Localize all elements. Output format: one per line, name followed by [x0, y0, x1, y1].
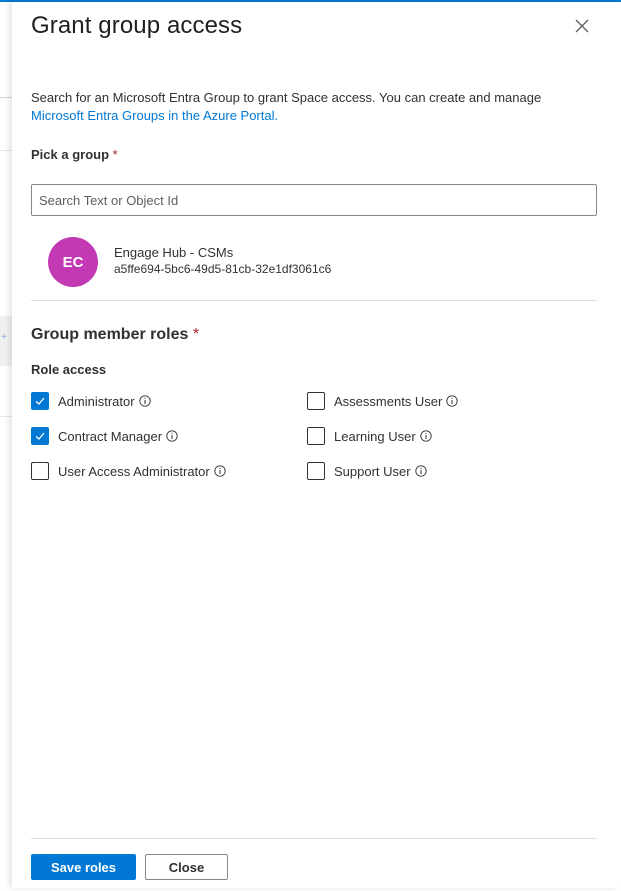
background-page: [0, 2, 12, 891]
role-checkbox-item[interactable]: Assessments User: [307, 391, 459, 411]
azure-portal-link[interactable]: Microsoft Entra Groups in the Azure Port…: [31, 108, 278, 123]
divider: [31, 300, 597, 301]
role-label: Learning User: [334, 428, 416, 444]
selected-group[interactable]: EC Engage Hub - CSMs a5ffe694-5bc6-49d5-…: [31, 234, 597, 288]
role-label: Assessments User: [334, 393, 443, 409]
checkmark-icon: [35, 397, 45, 405]
group-member-roles-heading: Group member roles *: [31, 326, 199, 344]
role-checkbox-item[interactable]: Administrator: [31, 391, 151, 411]
pick-group-label-text: Pick a group: [31, 147, 110, 162]
description-text: Search for an Microsoft Entra Group to g…: [31, 90, 542, 105]
role-access-label: Role access: [31, 362, 107, 377]
checkbox[interactable]: [307, 462, 325, 480]
background-divider: [0, 97, 12, 98]
info-icon[interactable]: [420, 429, 432, 442]
close-button[interactable]: Close: [145, 854, 228, 880]
checkbox[interactable]: [31, 462, 49, 480]
role-checkbox-item[interactable]: Contract Manager: [31, 426, 178, 446]
role-label: User Access Administrator: [58, 463, 210, 479]
group-name: Engage Hub - CSMs: [114, 245, 234, 260]
checkbox[interactable]: [31, 392, 49, 410]
role-label: Support User: [334, 463, 411, 479]
required-mark: *: [112, 147, 118, 162]
panel-title: Grant group access: [31, 12, 243, 39]
info-icon[interactable]: [138, 394, 151, 407]
role-label: Administrator: [58, 393, 135, 409]
background-divider: [0, 416, 12, 417]
footer-divider: [31, 838, 597, 839]
pick-group-label: Pick a group *: [31, 147, 118, 162]
grant-group-access-panel: Grant group access Search for an Microso…: [12, 2, 621, 888]
checkbox[interactable]: [307, 392, 325, 410]
group-avatar: EC: [48, 237, 98, 287]
role-checkbox-item[interactable]: Support User: [307, 461, 427, 481]
close-icon[interactable]: [570, 14, 594, 38]
background-plus-icon: +: [1, 332, 7, 343]
roles-title-text: Group member roles: [31, 326, 189, 343]
info-icon[interactable]: [446, 394, 459, 407]
info-icon[interactable]: [214, 464, 226, 477]
required-mark: *: [192, 326, 200, 343]
info-icon[interactable]: [166, 429, 178, 442]
role-checkbox-item[interactable]: User Access Administrator: [31, 461, 226, 481]
role-label: Contract Manager: [58, 428, 163, 444]
info-icon[interactable]: [414, 464, 427, 477]
group-search-input[interactable]: [31, 184, 597, 216]
checkmark-icon: [35, 432, 45, 440]
background-divider: [0, 150, 12, 151]
description: Search for an Microsoft Entra Group to g…: [31, 89, 591, 125]
role-checkbox-item[interactable]: Learning User: [307, 426, 432, 446]
checkbox[interactable]: [307, 427, 325, 445]
group-object-id: a5ffe694-5bc6-49d5-81cb-32e1df3061c6: [114, 262, 332, 276]
checkbox[interactable]: [31, 427, 49, 445]
save-roles-button[interactable]: Save roles: [31, 854, 136, 880]
